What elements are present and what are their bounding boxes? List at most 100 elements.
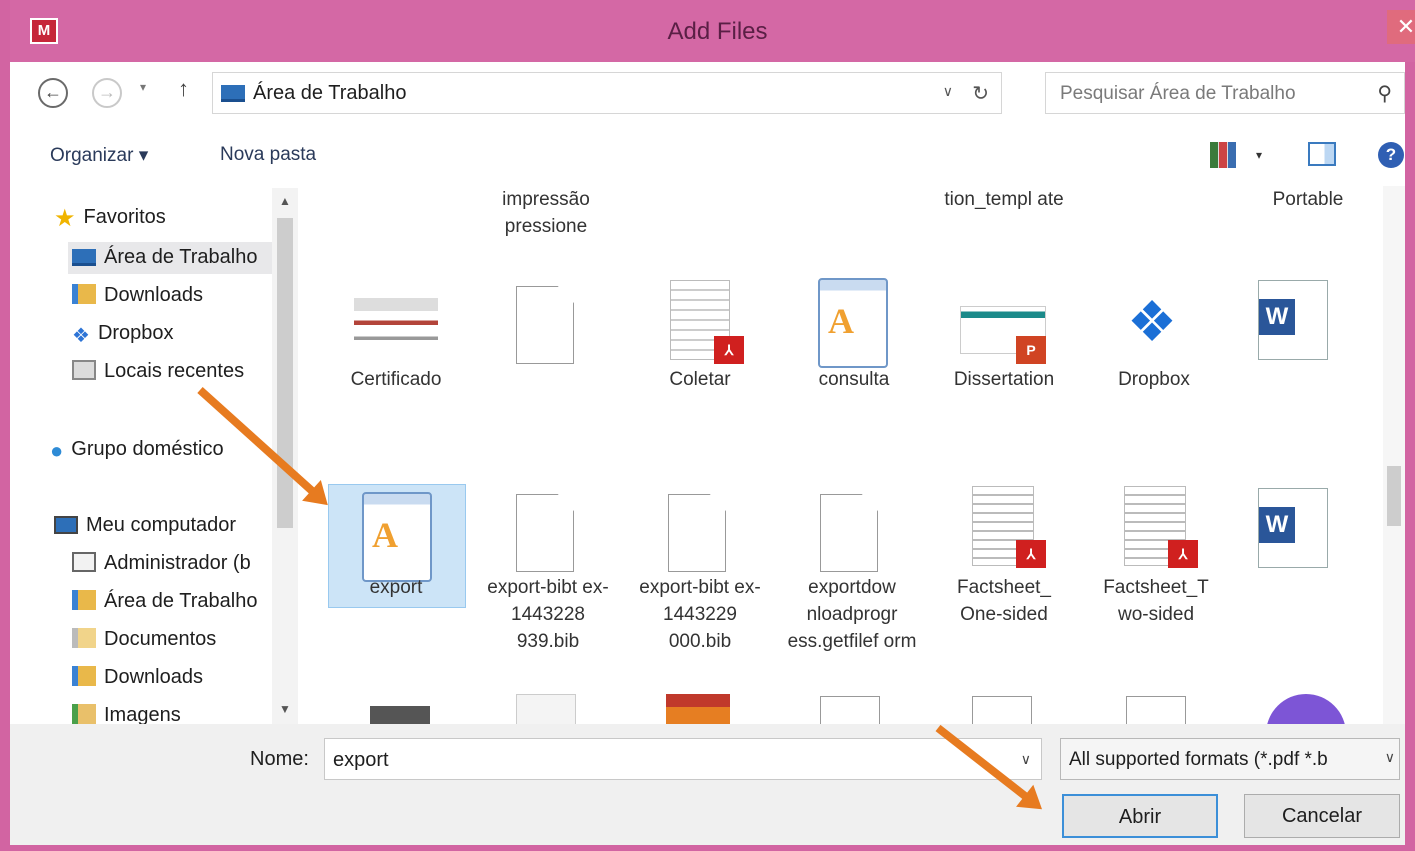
sidebar-item-recent-places[interactable]: Locais recentes <box>72 360 244 383</box>
search-icon[interactable]: ⚲ <box>1377 81 1392 106</box>
notepad-file-icon: A <box>818 278 888 368</box>
file-list-scroll-thumb[interactable] <box>1387 466 1401 526</box>
word-badge: W <box>1259 299 1295 335</box>
organize-menu-button[interactable]: Organizar ▾ <box>50 144 148 167</box>
file-name-dropdown-button[interactable]: ∨ <box>1021 751 1031 768</box>
dropbox-shortcut-icon: ❖ <box>1126 290 1178 353</box>
navigation-bar: ← → ▾ ↑ Área de Trabalho ∨ ↻ Pesquisar Á… <box>10 62 1405 130</box>
sidebar-item-label: Área de Trabalho <box>104 246 258 268</box>
chevron-down-icon[interactable]: ∨ <box>1380 749 1395 766</box>
window-title: Add Files <box>667 18 768 45</box>
app-thumbnail-icon[interactable] <box>1266 694 1346 724</box>
word-document-icon[interactable]: W <box>1258 488 1328 568</box>
file-item-dissertation[interactable]: Dissertation <box>936 366 1072 393</box>
file-item-factsheet-two[interactable]: Factsheet_T wo-sided <box>1088 574 1224 628</box>
file-thumbnail-icon[interactable] <box>1126 696 1186 724</box>
file-name-field[interactable]: export ∨ <box>324 738 1042 780</box>
downloads-folder-icon <box>72 284 96 304</box>
up-button[interactable]: ↑ <box>178 76 189 102</box>
file-item-bibtex-939[interactable]: export-bibt ex-1443228 939.bib <box>480 574 616 655</box>
notepad-file-icon: A <box>362 492 432 582</box>
new-folder-button[interactable]: Nova pasta <box>220 144 316 166</box>
address-text: Área de Trabalho <box>253 82 407 104</box>
sidebar-scroll-thumb[interactable] <box>277 218 293 528</box>
sidebar-item-label: Meu computador <box>86 514 237 536</box>
downloads-folder-icon <box>72 666 96 686</box>
file-item-coletar[interactable]: Coletar <box>632 366 768 393</box>
open-button[interactable]: Abrir <box>1062 794 1218 838</box>
search-input[interactable]: Pesquisar Área de Trabalho <box>1060 83 1296 105</box>
sidebar-item-label: Downloads <box>104 666 203 688</box>
file-item-impressao[interactable]: impressão pressione <box>478 186 614 240</box>
file-name-value[interactable]: export <box>333 749 389 772</box>
homegroup-icon: ● <box>50 438 64 463</box>
title-bar[interactable]: M Add Files ✕ <box>10 0 1415 62</box>
file-list-scrollbar[interactable] <box>1383 186 1405 724</box>
close-button[interactable]: ✕ <box>1387 10 1415 44</box>
file-thumbnail-icon[interactable] <box>972 696 1032 724</box>
recent-locations-dropdown[interactable]: ▾ <box>140 80 146 94</box>
desktop-folder-icon <box>72 249 96 266</box>
sidebar-item-computer[interactable]: Meu computador <box>54 514 236 537</box>
file-item-template[interactable]: tion_templ ate <box>936 186 1072 213</box>
file-item-factsheet-one[interactable]: Factsheet_ One-sided <box>936 574 1072 628</box>
file-item-certificado[interactable]: Certificado <box>328 366 464 393</box>
word-document-icon[interactable]: W <box>1258 280 1328 360</box>
sidebar-item-desktop-2[interactable]: Área de Trabalho <box>72 590 257 613</box>
getfileform-file-icon <box>820 494 878 572</box>
notepad-letter: A <box>828 301 854 341</box>
sidebar-item-desktop[interactable]: Área de Trabalho <box>72 246 257 269</box>
file-thumbnail-icon[interactable] <box>820 696 880 724</box>
file-type-value: All supported formats (*.pdf *.b <box>1069 749 1328 770</box>
sidebar-item-downloads[interactable]: Downloads <box>72 284 203 307</box>
sidebar-item-homegroup[interactable]: ● Grupo doméstico <box>50 438 224 463</box>
preview-pane-icon[interactable] <box>1308 142 1336 166</box>
file-item-consulta[interactable]: consulta <box>786 366 922 393</box>
pdf-badge-icon: ⅄ <box>714 336 744 364</box>
documents-folder-icon <box>72 628 96 648</box>
sidebar-item-downloads-2[interactable]: Downloads <box>72 666 203 689</box>
sidebar-item-label: Favoritos <box>83 206 166 228</box>
sidebar-item-dropbox[interactable]: ❖ Dropbox <box>72 322 174 346</box>
sidebar-item-favorites[interactable]: ★ Favoritos <box>54 205 166 232</box>
pdf-badge-icon: ⅄ <box>1016 540 1046 568</box>
back-button[interactable]: ← <box>38 78 68 108</box>
sidebar-item-documents[interactable]: Documentos <box>72 628 216 651</box>
computer-icon <box>54 516 78 534</box>
file-type-select[interactable]: All supported formats (*.pdf *.b ∨ <box>1060 738 1400 780</box>
forward-button[interactable]: → <box>92 78 122 108</box>
sidebar-item-label: Imagens <box>104 704 181 724</box>
change-view-icon[interactable] <box>1210 142 1236 168</box>
cancel-button[interactable]: Cancelar <box>1244 794 1400 838</box>
file-name-label: Nome: <box>250 748 309 770</box>
dropbox-icon: ❖ <box>72 325 90 347</box>
help-icon[interactable]: ? <box>1378 142 1404 168</box>
sidebar-item-label: Administrador (b <box>104 552 251 574</box>
file-thumbnail-icon[interactable] <box>666 694 730 724</box>
powerpoint-badge-icon: P <box>1016 336 1046 364</box>
file-thumbnail-icon[interactable] <box>516 694 576 724</box>
address-dropdown-button[interactable]: ∨ <box>943 83 953 100</box>
file-item-exportdownload[interactable]: exportdow nloadprogr ess.getfilef orm <box>784 574 920 655</box>
address-bar[interactable]: Área de Trabalho ∨ ↻ <box>212 72 1002 114</box>
notepad-letter: A <box>372 515 398 555</box>
shortcut-file-icon[interactable] <box>516 286 574 364</box>
search-box[interactable]: Pesquisar Área de Trabalho ⚲ <box>1045 72 1405 114</box>
sidebar-item-administrator[interactable]: Administrador (b <box>72 552 251 575</box>
scroll-down-arrow-icon[interactable]: ▼ <box>279 702 291 716</box>
sidebar-item-pictures[interactable]: Imagens <box>72 704 181 724</box>
file-thumbnail-icon[interactable] <box>370 706 430 724</box>
file-item-export[interactable]: export <box>328 574 464 601</box>
file-item-portable[interactable]: Portable <box>1240 186 1376 213</box>
star-icon: ★ <box>54 205 76 232</box>
view-options-dropdown[interactable]: ▾ <box>1256 148 1262 162</box>
sidebar-item-label: Documentos <box>104 628 217 650</box>
file-item-dropbox[interactable]: Dropbox <box>1086 366 1222 393</box>
scroll-up-arrow-icon[interactable]: ▲ <box>279 194 291 208</box>
dialog-footer: Nome: export ∨ All supported formats (*.… <box>10 724 1405 845</box>
command-toolbar: Organizar ▾ Nova pasta ▾ ? <box>10 130 1405 186</box>
refresh-icon[interactable]: ↻ <box>972 81 989 106</box>
sidebar-item-label: Grupo doméstico <box>71 438 224 460</box>
user-folder-icon <box>72 552 96 572</box>
file-item-bibtex-000[interactable]: export-bibt ex-1443229 000.bib <box>632 574 768 655</box>
